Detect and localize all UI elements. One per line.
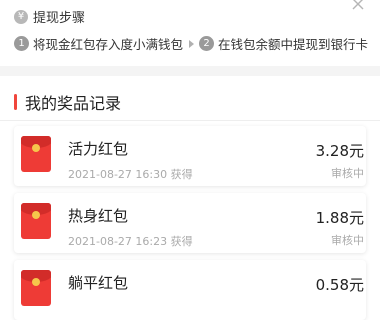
- prize-time: 2021-08-27 16:30 获得: [68, 168, 193, 181]
- prize-status: 审核中: [331, 234, 364, 247]
- header-divider: [0, 120, 380, 121]
- records-title: 我的奖品记录: [25, 94, 122, 113]
- close-icon[interactable]: [350, 0, 366, 12]
- step-1-text: 将现金红包存入度小满钱包: [33, 37, 184, 52]
- prize-name: 活力红包: [68, 140, 129, 158]
- prize-name: 热身红包: [68, 207, 129, 225]
- red-envelope-icon: [21, 270, 51, 306]
- steps-row: 1 将现金红包存入度小满钱包 2 在钱包余额中提现到银行卡: [14, 34, 368, 53]
- prize-records-section: 我的奖品记录 活力红包 2021-08-27 16:30 获得 3.28元 审核…: [0, 76, 380, 320]
- arrow-right-icon: [189, 39, 195, 48]
- red-envelope-icon: [21, 136, 51, 172]
- prize-time: 2021-08-27 16:23 获得: [68, 235, 193, 248]
- yen-icon: ¥: [14, 9, 28, 24]
- step-2-number: 2: [199, 36, 215, 51]
- prize-name: 躺平红包: [68, 274, 129, 292]
- step-2-text: 在钱包余额中提现到银行卡: [218, 37, 369, 52]
- prize-amount: 1.88元: [315, 209, 364, 227]
- prize-record-card[interactable]: 躺平红包 0.58元: [14, 260, 366, 320]
- steps-title: 提现步骤: [33, 11, 86, 26]
- prize-amount: 3.28元: [315, 142, 364, 160]
- accent-bar: [14, 94, 17, 110]
- red-envelope-icon: [21, 203, 51, 239]
- prize-record-card[interactable]: 活力红包 2021-08-27 16:30 获得 3.28元 审核中: [14, 126, 366, 186]
- section-divider: [0, 66, 380, 76]
- withdraw-steps-panel: ¥ 提现步骤 1 将现金红包存入度小满钱包 2 在钱包余额中提现到银行卡: [0, 0, 380, 66]
- prize-amount: 0.58元: [315, 276, 364, 294]
- prize-status: 审核中: [331, 167, 364, 180]
- step-1-number: 1: [14, 36, 29, 51]
- steps-header: ¥ 提现步骤: [14, 7, 85, 26]
- prize-record-card[interactable]: 热身红包 2021-08-27 16:23 获得 1.88元 审核中: [14, 193, 366, 253]
- records-header: 我的奖品记录: [14, 90, 121, 114]
